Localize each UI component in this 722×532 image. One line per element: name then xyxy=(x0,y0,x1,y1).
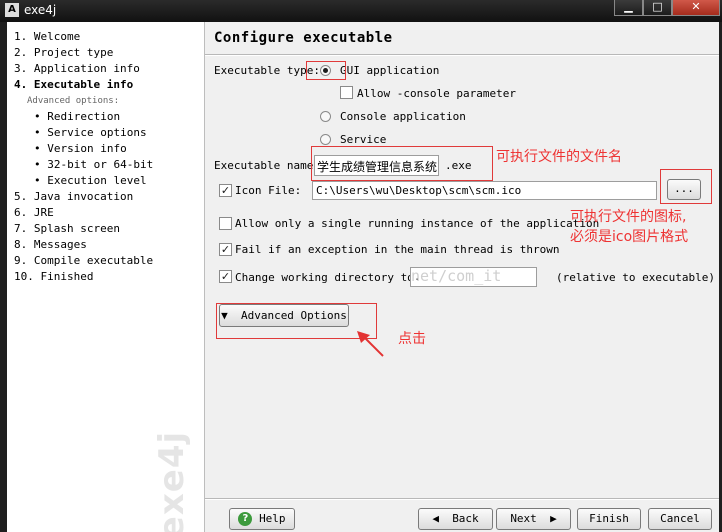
gui-application-label[interactable]: GUI application xyxy=(340,64,439,77)
app-icon: A xyxy=(5,3,19,17)
step-messages[interactable]: 8. Messages xyxy=(14,238,87,251)
maximize-button[interactable]: □ xyxy=(643,0,672,16)
header-divider xyxy=(205,54,719,56)
finish-button[interactable]: Finish xyxy=(577,508,641,530)
title-bar: A exe4j ▁ □ ✕ xyxy=(0,0,722,22)
step-application-info[interactable]: 3. Application info xyxy=(14,62,140,75)
step-jre[interactable]: 6. JRE xyxy=(14,206,54,219)
back-button[interactable]: ◀ Back xyxy=(418,508,493,530)
step-project-type[interactable]: 2. Project type xyxy=(14,46,113,59)
step-executable-info[interactable]: 4. Executable info xyxy=(14,78,133,91)
footer-divider xyxy=(205,498,719,500)
exe4j-logo: exe4j xyxy=(152,430,192,532)
service-label[interactable]: Service xyxy=(340,133,386,146)
icon-file-checkbox[interactable]: ✓ xyxy=(219,184,232,197)
substep-execution-level[interactable]: • Execution level xyxy=(34,174,147,187)
help-icon: ? xyxy=(238,512,253,526)
substep-version-info[interactable]: • Version info xyxy=(34,142,127,155)
icon-file-input[interactable]: C:\Users\wu\Desktop\scm\scm.ico xyxy=(312,181,657,200)
executable-type-label: Executable type: xyxy=(214,64,320,77)
change-directory-checkbox[interactable]: ✓ xyxy=(219,270,232,283)
next-button[interactable]: Next ▶ xyxy=(496,508,571,530)
window-title: exe4j xyxy=(24,3,57,17)
step-java-invocation[interactable]: 5. Java invocation xyxy=(14,190,133,203)
exe-name-annotation: 可执行文件的文件名 xyxy=(496,149,622,165)
fail-exception-label[interactable]: Fail if an exception in the main thread … xyxy=(235,243,560,256)
relative-hint: (relative to executable) xyxy=(556,271,715,284)
close-button[interactable]: ✕ xyxy=(672,0,720,16)
click-annotation: 点击 xyxy=(398,331,426,347)
page-title: Configure executable xyxy=(214,30,393,46)
watermark: net/com_it xyxy=(411,267,502,285)
substep-32-64-bit[interactable]: • 32-bit or 64-bit xyxy=(34,158,153,171)
single-instance-label[interactable]: Allow only a single running instance of … xyxy=(235,217,599,230)
help-button[interactable]: ? Help xyxy=(229,508,295,530)
arrow-left-icon: ◀ xyxy=(432,512,439,525)
single-instance-checkbox[interactable] xyxy=(219,217,232,230)
icon-file-label: Icon File: xyxy=(235,184,302,197)
allow-console-label[interactable]: Allow -console parameter xyxy=(357,87,516,100)
console-application-label[interactable]: Console application xyxy=(340,110,466,123)
substep-redirection[interactable]: • Redirection xyxy=(34,110,120,123)
step-compile-executable[interactable]: 9. Compile executable xyxy=(14,254,153,267)
highlight-executable-name xyxy=(311,146,493,181)
service-radio[interactable] xyxy=(320,134,331,145)
icon-annotation-line2: 必须是ico图片格式 xyxy=(570,229,689,245)
change-directory-label[interactable]: Change working directory to: xyxy=(235,271,420,284)
highlight-gui-radio xyxy=(306,61,346,80)
step-finished[interactable]: 10. Finished xyxy=(14,270,93,283)
arrow-right-icon: ▶ xyxy=(550,512,557,525)
minimize-button[interactable]: ▁ xyxy=(614,0,643,16)
allow-console-checkbox[interactable] xyxy=(340,86,353,99)
console-application-radio[interactable] xyxy=(320,111,331,122)
executable-name-label: Executable name: xyxy=(214,159,320,172)
icon-annotation-line1: 可执行文件的图标, xyxy=(570,209,687,225)
red-arrow-icon xyxy=(357,331,384,357)
highlight-browse-button xyxy=(660,169,712,204)
main-panel: Configure executable Executable type: GU… xyxy=(205,22,719,532)
substep-service-options[interactable]: • Service options xyxy=(34,126,147,139)
advanced-options-caption: Advanced options: xyxy=(27,96,120,106)
fail-exception-checkbox[interactable]: ✓ xyxy=(219,243,232,256)
step-splash-screen[interactable]: 7. Splash screen xyxy=(14,222,120,235)
highlight-advanced-options xyxy=(216,303,377,339)
cancel-button[interactable]: Cancel xyxy=(648,508,712,530)
wizard-steps-sidebar: 1. Welcome 2. Project type 3. Applicatio… xyxy=(7,22,205,532)
step-welcome[interactable]: 1. Welcome xyxy=(14,30,80,43)
wizard-window: 1. Welcome 2. Project type 3. Applicatio… xyxy=(7,22,719,532)
